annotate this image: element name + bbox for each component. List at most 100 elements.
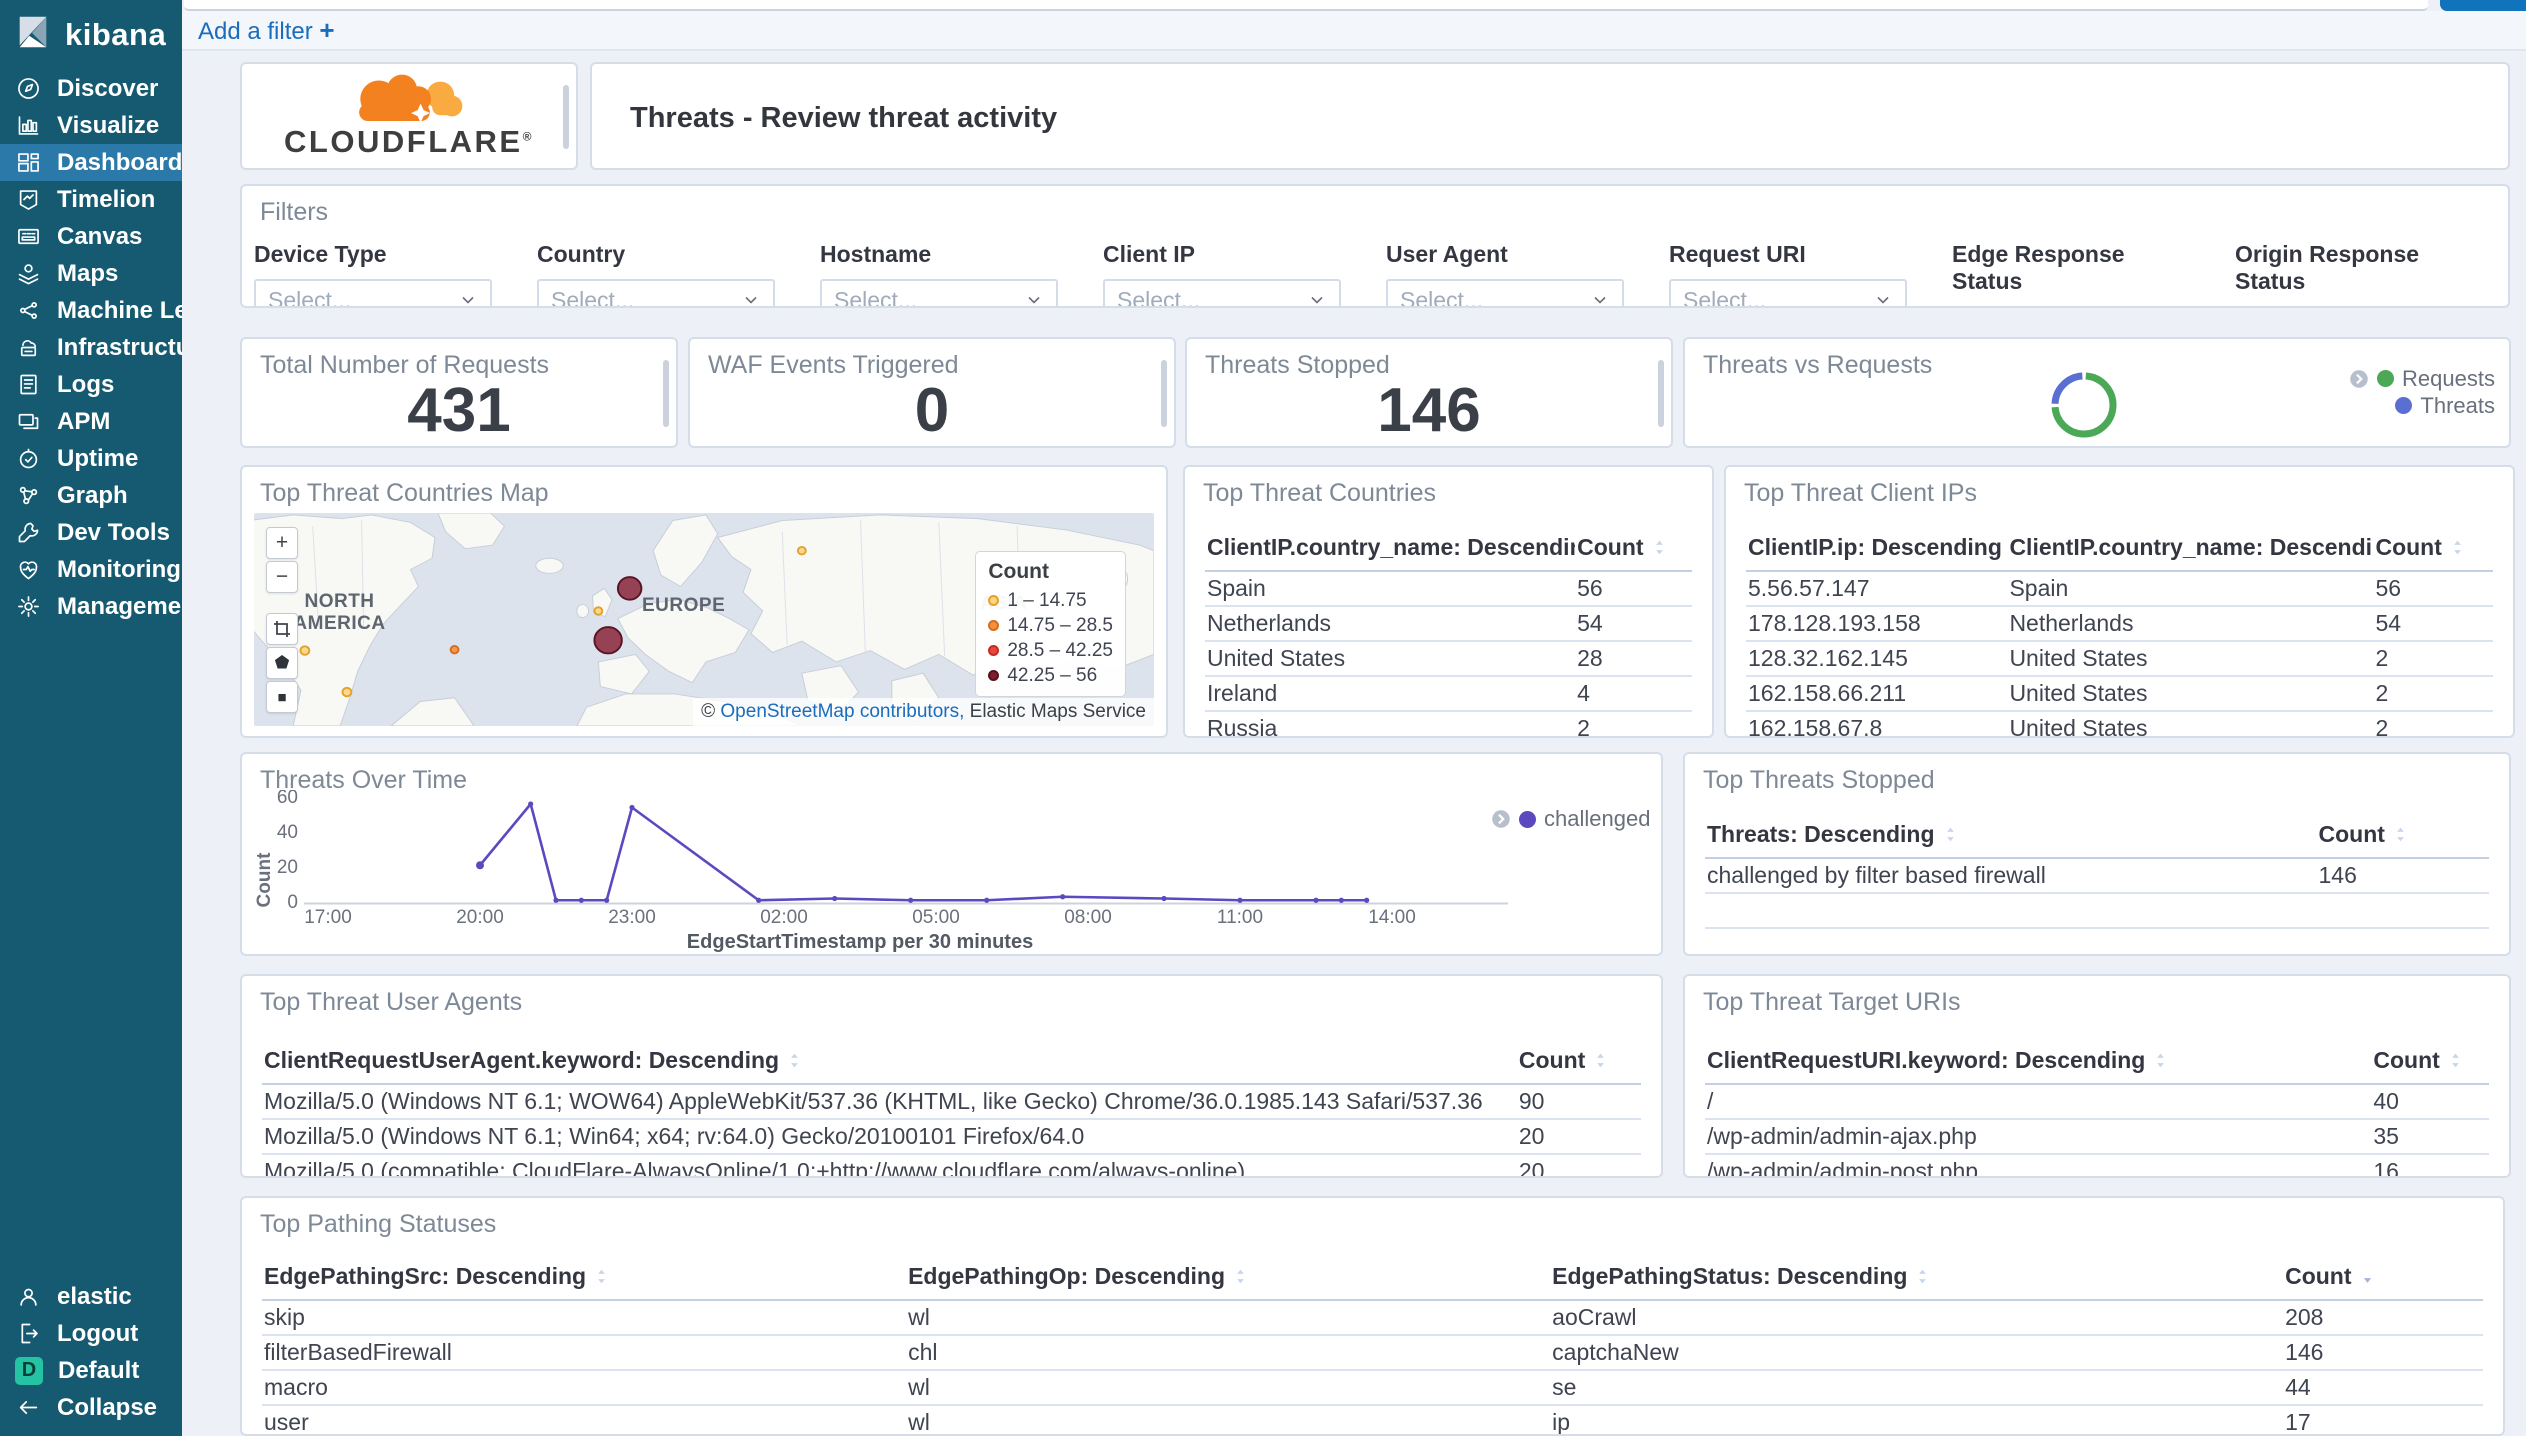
edge-response-status-select[interactable]: Select...	[1952, 306, 2190, 308]
table-row[interactable]: 178.128.193.158 Netherlands 54	[1746, 606, 2493, 642]
column-header-count[interactable]: Count	[2371, 1043, 2489, 1085]
legend-label[interactable]: Requests	[2402, 366, 2495, 392]
sidebar-item-canvas[interactable]: Canvas	[0, 218, 182, 255]
map-draw-bounds-button[interactable]	[266, 613, 298, 645]
column-header-count[interactable]: Count	[2316, 817, 2489, 859]
threats-series-line[interactable]	[478, 802, 1367, 902]
sidebar-item-dashboard[interactable]: Dashboard	[0, 144, 182, 181]
data-point[interactable]	[578, 897, 584, 903]
origin-response-status-select[interactable]: Select...	[2235, 306, 2473, 308]
sidebar-item-collapse[interactable]: Collapse	[0, 1389, 182, 1426]
table-row[interactable]: 5.56.57.147 Spain 56	[1746, 571, 2493, 607]
table-row[interactable]: Mozilla/5.0 (Windows NT 6.1; WOW64) Appl…	[262, 1084, 1641, 1120]
data-point[interactable]	[629, 804, 635, 811]
data-point[interactable]	[1338, 897, 1344, 903]
threats-over-time-chart[interactable]: 17:00 20:00 23:00 02:00 05:00 08:00 11:00 14:00…	[256, 790, 1651, 954]
data-point[interactable]	[832, 895, 838, 902]
sidebar-item-timelion[interactable]: Timelion	[0, 181, 182, 218]
world-map[interactable]: NORTH AMERICA EUROPE ASIA + − ⬟ ■ Count …	[254, 513, 1154, 726]
data-point[interactable]	[553, 897, 559, 903]
map-dot-us-east-bubble[interactable]	[449, 644, 460, 655]
add-filter-link[interactable]: Add a filter +	[198, 15, 335, 46]
map-dot-netherlands-bubble[interactable]	[616, 576, 643, 601]
data-point[interactable]	[756, 897, 762, 903]
table-row[interactable]: 162.158.67.8 United States 2	[1746, 711, 2493, 736]
column-header-edgepathingstatus-descending[interactable]: EdgePathingStatus: Descending	[1550, 1259, 2284, 1301]
data-point[interactable]	[908, 897, 914, 903]
sidebar-item-uptime[interactable]: Uptime	[0, 440, 182, 477]
country-select[interactable]: Select...	[537, 279, 775, 306]
column-header-clientip-ip-descending[interactable]: ClientIP.ip: Descending	[1746, 530, 2008, 572]
map-dot-russia-bubble[interactable]	[796, 545, 807, 556]
map-zoom-out-button[interactable]: −	[266, 561, 298, 593]
column-header-clientip-country-name-descending[interactable]: ClientIP.country_name: Descending	[1205, 530, 1576, 572]
data-point[interactable]	[1313, 897, 1319, 903]
table-row[interactable]: skip wl aoCrawl 208	[262, 1300, 2483, 1336]
device-type-select[interactable]: Select...	[254, 279, 492, 306]
table-row[interactable]: 128.32.162.145 United States 2	[1746, 641, 2493, 677]
openstreetmap-link[interactable]: OpenStreetMap contributors,	[720, 701, 964, 722]
data-point[interactable]	[476, 861, 484, 870]
query-bar-fragment[interactable]	[184, 0, 2428, 11]
map-dot-uk-bubble[interactable]	[593, 606, 604, 616]
legend-item-requests[interactable]: Requests	[2349, 365, 2495, 392]
table-row[interactable]: macro wl se 44	[262, 1370, 2483, 1406]
sidebar-item-machine-le[interactable]: Machine Le...	[0, 292, 182, 329]
table-row[interactable]: filterBasedFirewall chl captchaNew 146	[262, 1335, 2483, 1371]
sidebar-item-dev-tools[interactable]: Dev Tools	[0, 514, 182, 551]
column-header-clientrequesturi-keyword-descending[interactable]: ClientRequestURI.keyword: Descending	[1705, 1043, 2372, 1085]
table-row[interactable]: user wl ip 17	[262, 1405, 2483, 1434]
map-draw-rectangle-button[interactable]: ■	[266, 681, 298, 713]
column-header-clientrequestuseragent-keyword-descending[interactable]: ClientRequestUserAgent.keyword: Descendi…	[262, 1043, 1517, 1085]
panel-scrollbar[interactable]	[1161, 360, 1167, 427]
sidebar-item-visualize[interactable]: Visualize	[0, 107, 182, 144]
sidebar-item-discover[interactable]: Discover	[0, 70, 182, 107]
line-chart-legend[interactable]: challenged b...	[1491, 806, 1651, 832]
data-point[interactable]	[1364, 897, 1370, 903]
data-point[interactable]	[1060, 894, 1066, 900]
map-zoom-in-button[interactable]: +	[266, 527, 298, 559]
table-row[interactable]: /wp-admin/admin-post.php 16	[1705, 1154, 2489, 1176]
update-button-fragment[interactable]	[2440, 0, 2526, 11]
client-ip-select[interactable]: Select...	[1103, 279, 1341, 306]
table-row[interactable]: Russia 2	[1205, 711, 1692, 736]
sidebar-item-monitoring[interactable]: Monitoring	[0, 551, 182, 588]
table-row[interactable]: /wp-admin/admin-ajax.php 35	[1705, 1119, 2489, 1155]
data-point[interactable]	[528, 801, 534, 807]
table-row[interactable]: Mozilla/5.0 (compatible; CloudFlare-Alwa…	[262, 1154, 1641, 1176]
sidebar-item-management[interactable]: Management	[0, 588, 182, 625]
column-header-count[interactable]: Count	[2373, 530, 2493, 572]
legend-expand-icon[interactable]	[2349, 369, 2369, 389]
data-point[interactable]	[604, 897, 610, 903]
threats-vs-requests-donut[interactable]	[2048, 369, 2120, 441]
sidebar-item-infrastructure[interactable]: Infrastructure	[0, 329, 182, 366]
hostname-select[interactable]: Select...	[820, 279, 1058, 306]
table-row[interactable]: United States 28	[1205, 641, 1692, 677]
table-row[interactable]: challenged by filter based firewall 146	[1705, 858, 2489, 894]
sidebar-item-default[interactable]: D Default	[0, 1352, 182, 1389]
table-row[interactable]: Spain 56	[1205, 571, 1692, 607]
sidebar-item-graph[interactable]: Graph	[0, 477, 182, 514]
column-header-count[interactable]: Count	[1516, 1043, 1641, 1085]
column-header-clientip-country-name-descending[interactable]: ClientIP.country_name: Descending	[2007, 530, 2374, 572]
panel-scrollbar[interactable]	[663, 360, 669, 427]
map-draw-polygon-button[interactable]: ⬟	[266, 647, 298, 679]
request-uri-select[interactable]: Select...	[1669, 279, 1907, 306]
sidebar-item-elastic[interactable]: elastic	[0, 1278, 182, 1315]
legend-label[interactable]: Threats	[2420, 393, 2495, 419]
data-point[interactable]	[984, 897, 990, 903]
map-dot-us-west-bubble[interactable]	[299, 645, 311, 656]
series-label[interactable]: challenged b...	[1544, 806, 1651, 832]
sidebar-item-logs[interactable]: Logs	[0, 366, 182, 403]
data-point[interactable]	[1161, 895, 1167, 902]
legend-expand-icon[interactable]	[1491, 809, 1511, 829]
column-header-count[interactable]: Count	[2283, 1259, 2483, 1301]
table-row[interactable]: Mozilla/5.0 (Windows NT 6.1; Win64; x64;…	[262, 1119, 1641, 1155]
column-header-threats-descending[interactable]: Threats: Descending	[1705, 817, 2317, 859]
panel-scrollbar[interactable]	[563, 84, 569, 150]
table-row[interactable]: Ireland 4	[1205, 676, 1692, 712]
kibana-brand[interactable]: kibana	[0, 0, 182, 66]
data-point[interactable]	[1237, 897, 1243, 903]
column-header-edgepathingop-descending[interactable]: EdgePathingOp: Descending	[906, 1259, 1551, 1301]
table-row[interactable]: 162.158.66.211 United States 2	[1746, 676, 2493, 712]
